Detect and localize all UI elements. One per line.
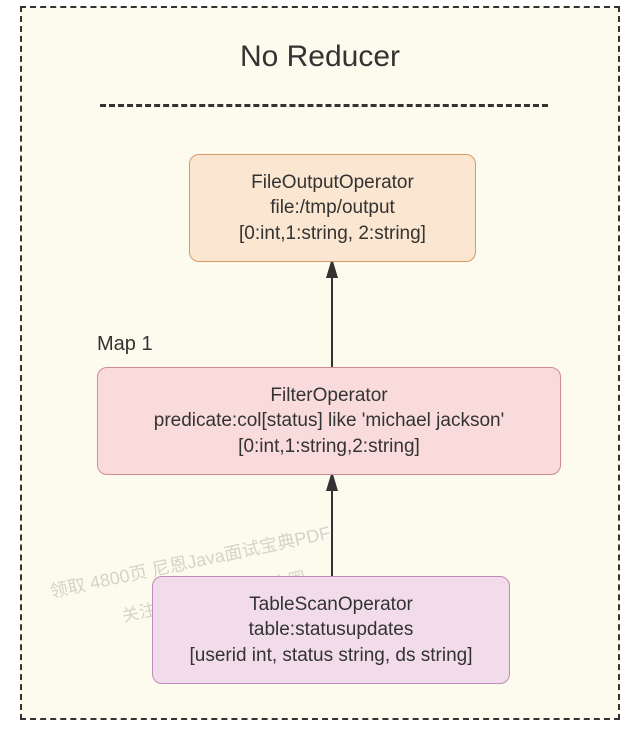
node-table-scan-operator: TableScanOperator table:statusupdates [u… (152, 576, 510, 684)
node-file-output-operator: FileOutputOperator file:/tmp/output [0:i… (189, 154, 476, 262)
node-schema: [0:int,1:string,2:string] (238, 434, 420, 460)
stage-label-map1: Map 1 (97, 333, 153, 356)
title-divider (100, 104, 548, 107)
node-prop: predicate:col[status] like 'michael jack… (154, 408, 504, 434)
node-schema: [userid int, status string, ds string] (189, 643, 472, 669)
diagram-title: No Reducer (22, 40, 618, 74)
node-schema: [0:int,1:string, 2:string] (239, 221, 426, 247)
node-name: FileOutputOperator (251, 170, 414, 196)
node-name: FilterOperator (270, 383, 387, 409)
diagram-frame: No Reducer FileOutputOperator file:/tmp/… (20, 6, 620, 720)
node-prop: table:statusupdates (249, 617, 414, 643)
node-filter-operator: FilterOperator predicate:col[status] lik… (97, 367, 561, 475)
node-prop: file:/tmp/output (270, 195, 395, 221)
arrow-filter-to-output (321, 262, 343, 367)
node-name: TableScanOperator (249, 592, 413, 618)
